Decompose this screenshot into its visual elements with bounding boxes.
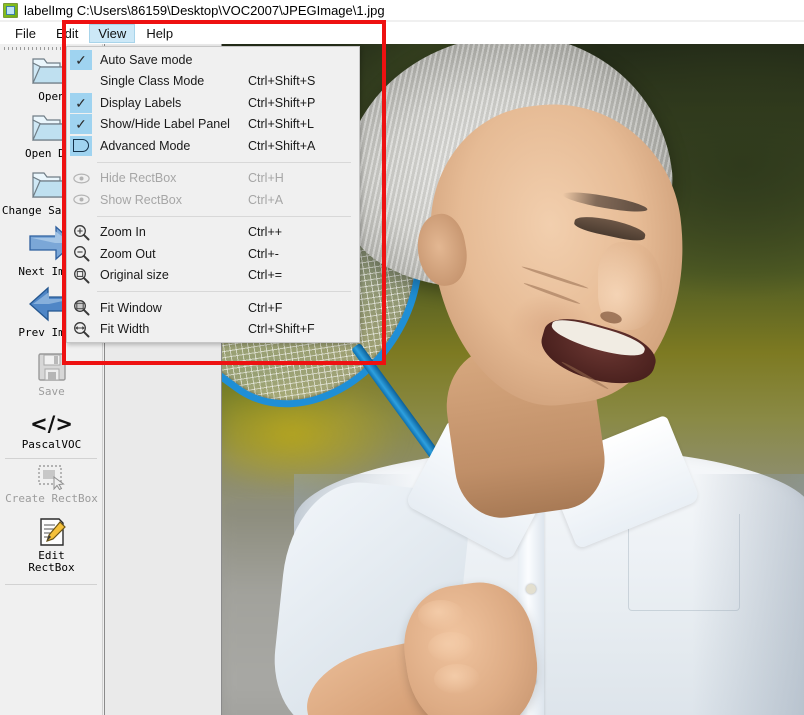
menu-shortcut: Ctrl+Shift+S	[248, 74, 316, 89]
menu-item-single-class-mode[interactable]: Single Class Mode Ctrl+Shift+S	[67, 71, 359, 93]
menubar-item-help[interactable]: Help	[137, 24, 182, 43]
view-dropdown-menu[interactable]: ✓ Auto Save mode Single Class Mode Ctrl+…	[66, 46, 360, 343]
menu-bar: File Edit View Help	[0, 22, 804, 44]
toolbar-button-create-rectbox[interactable]: Create RectBox	[0, 464, 103, 505]
menu-shortcut: Ctrl+A	[248, 192, 284, 207]
menu-item-fit-window[interactable]: Fit Window Ctrl+F	[67, 297, 359, 319]
menu-label: Hide RectBox	[100, 171, 177, 186]
labelimg-app-icon	[3, 2, 18, 18]
toolbar-label-create-rectbox: Create RectBox	[5, 492, 98, 505]
menu-item-show-rectbox[interactable]: Show RectBox Ctrl+A	[67, 189, 359, 211]
menu-label: Original size	[100, 268, 169, 283]
menu-shortcut: Ctrl+H	[248, 171, 284, 186]
menu-label: Fit Width	[100, 322, 150, 337]
zoom-out-icon	[70, 244, 92, 264]
dbox-icon	[70, 135, 92, 156]
menu-separator	[97, 215, 351, 217]
menu-label: Zoom Out	[100, 246, 156, 261]
menu-shortcut: Ctrl+Shift+A	[248, 138, 316, 153]
menu-item-zoom-out[interactable]: Zoom Out Ctrl+-	[67, 243, 359, 265]
zoom-original-icon	[70, 265, 92, 285]
menu-separator	[97, 291, 351, 292]
eye-icon	[70, 190, 92, 210]
menu-label: Display Labels	[100, 95, 182, 110]
toolbar-label-save: Save	[38, 385, 65, 398]
menu-item-zoom-in[interactable]: Zoom In Ctrl++	[67, 222, 359, 244]
check-icon: ✓	[70, 49, 92, 70]
menu-label: Show RectBox	[100, 192, 182, 207]
menu-label: Show/Hide Label Panel	[100, 117, 230, 132]
eye-icon	[70, 168, 92, 188]
fit-width-icon	[70, 319, 92, 339]
menu-separator	[97, 161, 351, 163]
menu-label: Auto Save mode	[100, 52, 193, 67]
menu-item-hide-rectbox[interactable]: Hide RectBox Ctrl+H	[67, 168, 359, 190]
menu-label: Single Class Mode	[100, 74, 205, 89]
title-bar: labelImg C:\Users\86159\Desktop\VOC2007\…	[0, 0, 804, 20]
labelimg-window: labelImg C:\Users\86159\Desktop\VOC2007\…	[0, 0, 804, 715]
menubar-item-file[interactable]: File	[6, 24, 45, 43]
fit-window-icon	[70, 298, 92, 318]
menu-label: Fit Window	[100, 300, 162, 315]
menu-item-auto-save-mode[interactable]: ✓ Auto Save mode	[67, 49, 359, 71]
window-title: labelImg C:\Users\86159\Desktop\VOC2007\…	[24, 2, 385, 18]
save-floppy-icon	[37, 353, 66, 381]
toolbar-separator-bottom	[5, 584, 97, 585]
menu-item-show-hide-label-panel[interactable]: ✓ Show/Hide Label Panel Ctrl+Shift+L	[67, 114, 359, 136]
menu-shortcut: Ctrl+-	[248, 246, 279, 261]
toolbar-label-edit-rectbox: Edit RectBox	[28, 549, 75, 574]
menu-item-fit-width[interactable]: Fit Width Ctrl+Shift+F	[67, 319, 359, 341]
check-icon: ✓	[70, 114, 92, 135]
toolbar-button-edit-rectbox[interactable]: Edit RectBox	[0, 517, 103, 574]
create-rectbox-icon	[37, 465, 65, 490]
menu-shortcut: Ctrl+=	[248, 268, 283, 283]
menu-label: Advanced Mode	[100, 138, 191, 153]
menu-shortcut: Ctrl+F	[248, 300, 283, 315]
menu-shortcut: Ctrl+Shift+P	[248, 95, 316, 110]
menu-item-display-labels[interactable]: ✓ Display Labels Ctrl+Shift+P	[67, 92, 359, 114]
menu-shortcut: Ctrl+Shift+L	[248, 117, 315, 132]
toolbar-separator	[5, 458, 97, 459]
toolbar-label-pascalvoc: PascalVOC	[21, 438, 82, 451]
toolbar-label-open: Open	[38, 90, 65, 103]
toolbar-button-pascalvoc[interactable]: </> PascalVOC	[0, 412, 103, 451]
toolbar-button-save[interactable]: Save	[0, 351, 103, 398]
no-icon	[70, 71, 92, 91]
menubar-item-view[interactable]: View	[89, 23, 136, 43]
menu-shortcut: Ctrl+Shift+F	[248, 322, 315, 337]
menu-label: Zoom In	[100, 225, 146, 240]
zoom-in-icon	[70, 222, 92, 242]
check-icon: ✓	[70, 92, 92, 113]
code-format-icon: </>	[30, 412, 73, 436]
edit-rectbox-icon	[39, 518, 66, 546]
menu-item-original-size[interactable]: Original size Ctrl+=	[67, 265, 359, 287]
menu-item-advanced-mode[interactable]: Advanced Mode Ctrl+Shift+A	[67, 135, 359, 157]
menubar-item-edit[interactable]: Edit	[47, 24, 87, 43]
menu-shortcut: Ctrl++	[248, 225, 283, 240]
